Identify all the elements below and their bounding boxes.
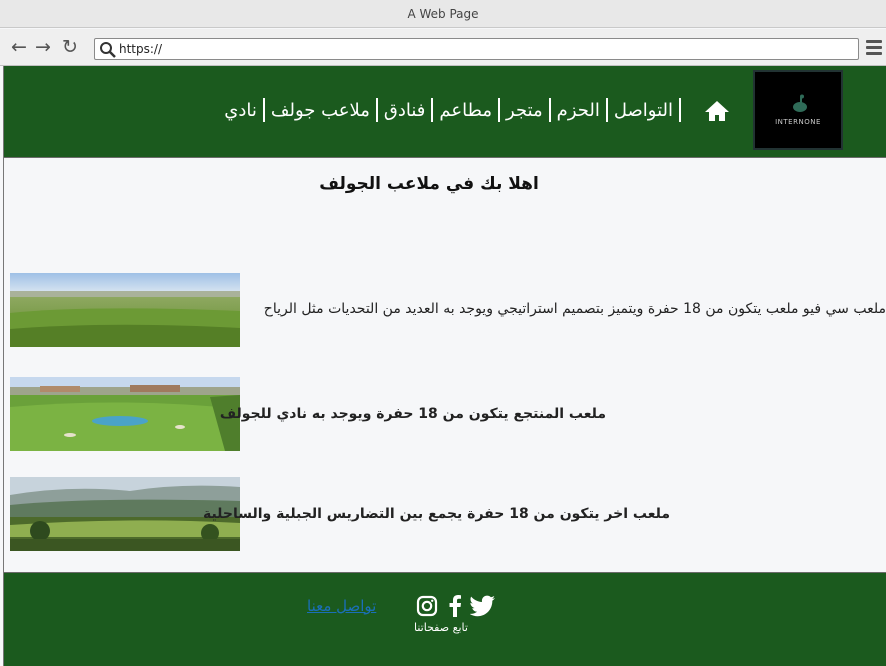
site-header: INTERNONE التواصل الحزم متجر مطاعم فنادق… bbox=[4, 66, 886, 158]
address-bar[interactable] bbox=[94, 38, 859, 60]
logo-text: INTERNONE bbox=[775, 118, 821, 126]
course-description: ملعب المنتجع يتكون من 18 حفرة ويوجد به ن… bbox=[219, 406, 606, 422]
social-links bbox=[416, 595, 496, 619]
nav-restaurants[interactable]: مطاعم bbox=[439, 100, 492, 121]
nav-separator bbox=[498, 98, 501, 122]
site-logo[interactable]: INTERNONE bbox=[753, 70, 843, 150]
nav-packages[interactable]: الحزم bbox=[557, 100, 600, 121]
course-image-resort bbox=[10, 377, 240, 451]
follow-us-label: تابع صفحاتنا bbox=[414, 621, 468, 634]
nav-separator bbox=[262, 98, 265, 122]
back-arrow-icon[interactable]: ← bbox=[9, 37, 29, 57]
nav-separator bbox=[375, 98, 378, 122]
reload-icon[interactable]: ↻ bbox=[60, 37, 80, 57]
home-icon[interactable] bbox=[704, 100, 730, 122]
course-image-sea-view bbox=[10, 273, 240, 347]
instagram-icon[interactable] bbox=[416, 595, 438, 617]
url-input[interactable] bbox=[119, 40, 819, 58]
nav-contact[interactable]: التواصل bbox=[614, 100, 673, 121]
window-title: A Web Page bbox=[407, 7, 479, 21]
window-titlebar: A Web Page bbox=[0, 0, 886, 28]
twitter-icon[interactable] bbox=[470, 595, 496, 617]
main-nav: التواصل الحزم متجر مطاعم فنادق ملاعب جول… bbox=[224, 94, 687, 126]
contact-us-link[interactable]: تواصل معنا bbox=[307, 597, 376, 615]
search-icon bbox=[100, 42, 116, 58]
nav-separator bbox=[605, 98, 608, 122]
course-description: ملعب اخر يتكون من 18 حفرة يجمع بين التضا… bbox=[202, 506, 670, 522]
web-page: INTERNONE التواصل الحزم متجر مطاعم فنادق… bbox=[3, 66, 886, 666]
nav-shop[interactable]: متجر bbox=[506, 100, 543, 121]
browser-toolbar: ← → ↻ bbox=[0, 29, 886, 66]
site-footer: تواصل معنا تابع صفحاتنا bbox=[4, 572, 886, 666]
nav-separator bbox=[431, 98, 434, 122]
forward-arrow-icon[interactable]: → bbox=[33, 37, 53, 57]
nav-golf-courses[interactable]: ملاعب جولف bbox=[271, 100, 370, 121]
nav-club[interactable]: نادي bbox=[224, 100, 257, 121]
ostrich-logo-icon bbox=[793, 94, 807, 112]
page-title: اهلا بك في ملاعب الجولف bbox=[319, 174, 539, 194]
course-description: ملعب سي فيو ملعب يتكون من 18 حفرة ويتميز… bbox=[263, 301, 886, 317]
nav-separator bbox=[679, 98, 681, 122]
nav-separator bbox=[548, 98, 551, 122]
hamburger-menu-icon[interactable] bbox=[866, 40, 882, 56]
facebook-icon[interactable] bbox=[448, 595, 462, 617]
nav-hotels[interactable]: فنادق bbox=[384, 100, 426, 121]
